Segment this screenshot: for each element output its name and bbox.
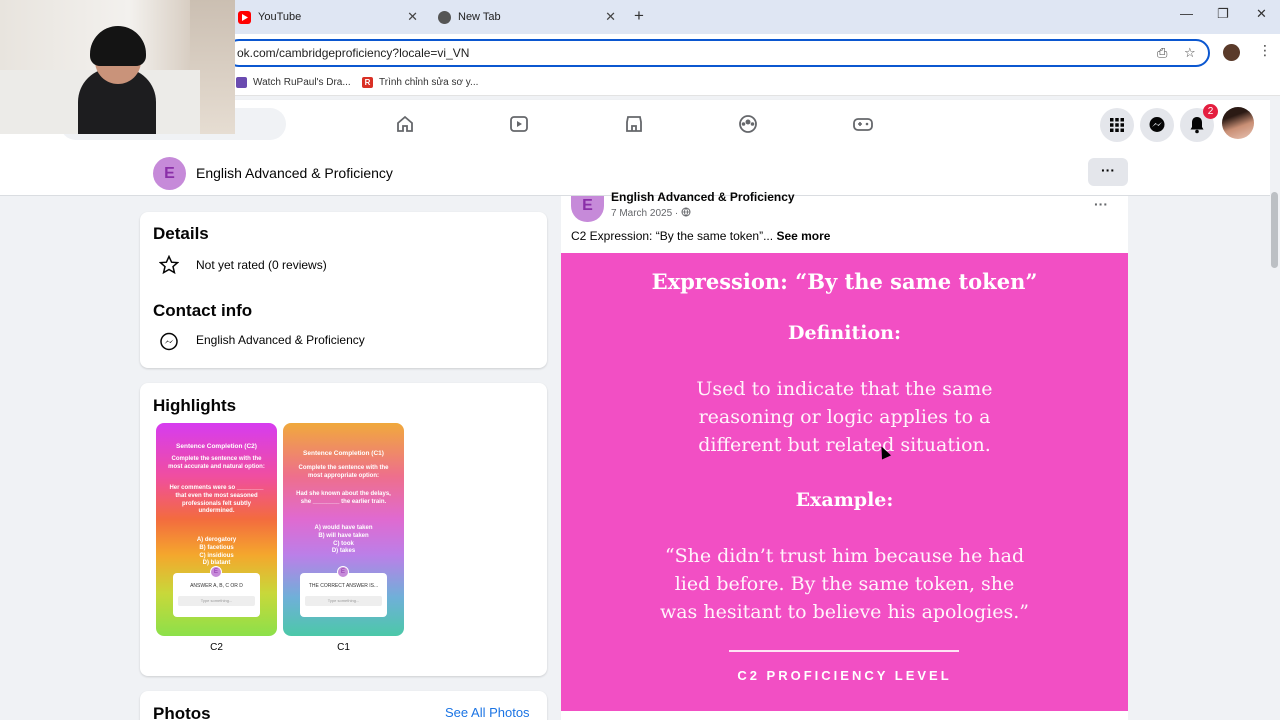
bookmark-label: Trình chỉnh sửa sơ y... [379, 77, 479, 88]
story-options: A) would have taken B) will have taken C… [314, 525, 373, 555]
story-box-text: THE CORRECT ANSWER IS... [308, 583, 379, 589]
new-tab-plus-icon[interactable]: + [634, 6, 644, 26]
image-footer: C2 PROFICIENCY LEVEL [737, 668, 952, 683]
window-close-icon[interactable]: ✕ [1256, 6, 1267, 22]
image-heading: Expression: “By the same token” [651, 269, 1038, 294]
menu-grid-icon[interactable] [1100, 108, 1134, 142]
account-avatar[interactable] [1222, 107, 1254, 139]
photos-heading: Photos [153, 704, 211, 720]
highlight-caption: C2 [210, 642, 223, 653]
messenger-contact[interactable]: English Advanced & Proficiency [196, 333, 365, 347]
story-answer-box: THE CORRECT ANSWER IS... Type something.… [300, 573, 387, 617]
story-prompt: Complete the sentence with the most appr… [298, 465, 389, 479]
bookmark-item[interactable]: Watch RuPaul's Dra... [236, 77, 351, 88]
story-input: Type something... [305, 596, 382, 606]
story-title: Sentence Completion (C1) [303, 450, 384, 457]
tab-label: New Tab [458, 11, 501, 23]
browser-profile-avatar[interactable] [1223, 44, 1240, 61]
image-def-line: reasoning or logic applies to a [698, 406, 991, 428]
page-title[interactable]: English Advanced & Proficiency [196, 165, 393, 181]
story-avatar: E [337, 566, 349, 578]
globe-icon [681, 207, 691, 219]
bookmark-favicon-r: R [362, 77, 373, 88]
messenger-icon[interactable] [1140, 108, 1174, 142]
story-sentence: Had she known about the delays, she ____… [296, 491, 391, 505]
bookmark-item[interactable]: R Trình chỉnh sửa sơ y... [362, 77, 478, 88]
webcam-overlay [0, 0, 235, 134]
marketplace-icon[interactable] [622, 112, 646, 136]
image-example-line: lied before. By the same token, she [674, 573, 1015, 595]
gaming-icon[interactable] [851, 112, 875, 136]
page-header: E English Advanced & Proficiency ··· [0, 148, 1270, 196]
scrollbar-thumb[interactable] [1271, 192, 1278, 268]
see-all-photos-link[interactable]: See All Photos [445, 705, 530, 720]
bookmark-favicon [236, 77, 247, 88]
tab-youtube[interactable]: YouTube ✕ [238, 4, 418, 30]
highlights-heading: Highlights [153, 396, 237, 415]
post-body: C2 Expression: “By the same token”... [571, 229, 774, 243]
image-example-line: “She didn’t trust him because he had [664, 545, 1025, 567]
messenger-icon [158, 331, 180, 353]
address-bar[interactable]: ok.com/cambridgeproficiency?locale=vi_VN… [225, 39, 1210, 67]
image-def-line: different but related situation. [698, 434, 991, 456]
story-box-text: ANSWER A, B, C OR D [190, 583, 243, 589]
image-example-heading: Example: [795, 489, 894, 511]
image-definition-heading: Definition: [788, 322, 901, 344]
restore-icon[interactable]: ❐ [1217, 6, 1229, 22]
highlight-caption: C1 [337, 642, 350, 653]
contact-heading: Contact info [153, 301, 253, 320]
story-avatar: E [210, 566, 222, 578]
page-avatar[interactable]: E [153, 157, 186, 190]
story-prompt: Complete the sentence with the most accu… [168, 456, 265, 470]
youtube-icon [238, 10, 251, 24]
rating-text: Not yet rated (0 reviews) [196, 258, 327, 272]
story-sentence: Her comments were so ________ that even … [169, 485, 264, 515]
url-text: ok.com/cambridgeproficiency?locale=vi_VN [237, 46, 470, 60]
groups-icon[interactable] [736, 112, 760, 136]
image-def-line: Used to indicate that the same [696, 378, 993, 400]
notification-badge: 2 [1203, 104, 1218, 119]
details-heading: Details [153, 224, 209, 243]
home-icon[interactable] [393, 112, 417, 136]
chrome-icon [438, 10, 451, 24]
post-author[interactable]: English Advanced & Proficiency [611, 190, 795, 204]
image-divider [729, 650, 959, 652]
minimize-icon[interactable]: — [1180, 6, 1193, 21]
post-image[interactable]: Expression: “By the same token” Definiti… [561, 253, 1128, 711]
post-text: C2 Expression: “By the same token”... Se… [571, 229, 830, 243]
bookmark-label: Watch RuPaul's Dra... [253, 77, 351, 88]
tab-new-tab[interactable]: New Tab ✕ [438, 4, 616, 30]
post-options-icon[interactable]: ··· [1094, 196, 1108, 212]
post-date-text: 7 March 2025 · [611, 208, 679, 219]
story-answer-box: ANSWER A, B, C OR D Type something... [173, 573, 260, 617]
more-options-button[interactable]: ··· [1088, 158, 1128, 186]
close-tab-icon[interactable]: ✕ [605, 9, 616, 25]
webcam-person-hair [90, 26, 146, 66]
image-example-line: was hesitant to believe his apologies.” [659, 601, 1030, 623]
browser-menu-icon[interactable]: ⋮ [1258, 42, 1272, 59]
see-more-link[interactable]: See more [776, 229, 830, 243]
star-icon [158, 254, 180, 276]
install-app-icon[interactable]: ⎙ [1157, 45, 1167, 61]
post-author-avatar[interactable]: E [571, 196, 604, 222]
tab-label: YouTube [258, 11, 302, 23]
story-title: Sentence Completion (C2) [176, 443, 257, 450]
highlight-story-c1[interactable]: Sentence Completion (C1) Complete the se… [283, 423, 404, 636]
post-date[interactable]: 7 March 2025 · [611, 207, 691, 219]
video-icon[interactable] [507, 112, 531, 136]
bookmark-star-icon[interactable]: ☆ [1184, 45, 1196, 61]
highlight-story-c2[interactable]: Sentence Completion (C2) Complete the se… [156, 423, 277, 636]
close-tab-icon[interactable]: ✕ [407, 9, 418, 25]
story-options: A) derogatory B) facetious C) insidious … [196, 537, 237, 567]
story-input: Type something... [178, 596, 255, 606]
